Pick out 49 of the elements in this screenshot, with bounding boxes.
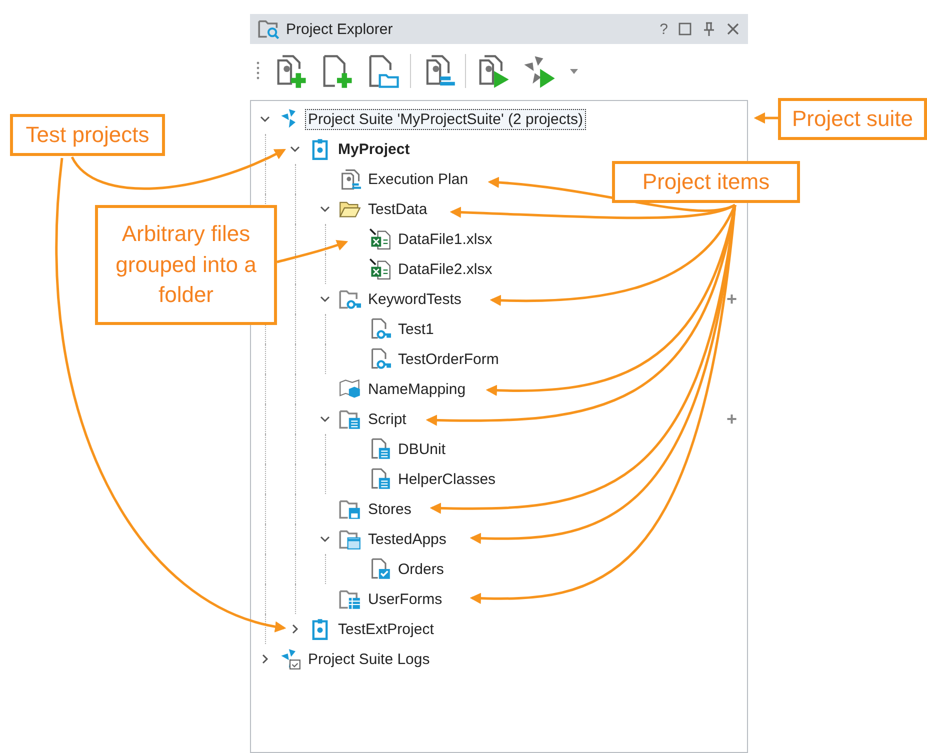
maximize-icon[interactable] (678, 22, 692, 36)
add-mark[interactable]: + (726, 408, 737, 430)
tree-item[interactable]: Project Suite 'MyProjectSuite' (2 projects) (305, 108, 586, 130)
tree-item[interactable]: Stores (365, 498, 414, 520)
callout: Arbitrary files grouped into a folder (95, 205, 277, 325)
callout: Project items (612, 161, 800, 203)
file-icon (369, 318, 391, 340)
tree-item[interactable]: Project Suite Logs (305, 648, 433, 670)
close-icon[interactable] (726, 22, 740, 36)
add-mark[interactable]: + (726, 288, 737, 310)
folder-icon (339, 588, 361, 610)
panel-title: Project Explorer (286, 20, 394, 38)
spreadsheet-icon (369, 228, 391, 250)
tree-item[interactable]: TestExtProject (335, 618, 437, 640)
project-icon (309, 618, 331, 640)
file-icon (369, 348, 391, 370)
callout: Test projects (10, 114, 165, 156)
file-icon (369, 468, 391, 490)
annotation-arrow (754, 112, 778, 124)
tree-item[interactable]: MyProject (335, 138, 413, 160)
tree-item[interactable]: Test1 (395, 318, 437, 340)
tree-item[interactable]: KeywordTests (365, 288, 464, 310)
dropdown-caret-icon[interactable] (570, 68, 578, 74)
tree-item[interactable]: TestData (365, 198, 430, 220)
tree-item[interactable]: TestOrderForm (395, 348, 502, 370)
file-icon (369, 438, 391, 460)
folder-icon (339, 528, 361, 550)
tree-item[interactable]: TestedApps (365, 528, 450, 550)
tree-item[interactable]: DBUnit (395, 438, 449, 460)
tree-item[interactable]: Execution Plan (365, 168, 472, 190)
toolbar-grip-icon (256, 61, 260, 81)
tree-item[interactable]: UserForms (365, 588, 446, 610)
tree-item[interactable]: HelperClasses (395, 468, 499, 490)
tree-item[interactable]: DataFile2.xlsx (395, 258, 496, 280)
spreadsheet-icon (369, 258, 391, 280)
folder-search-icon (258, 19, 280, 39)
tree-item[interactable]: Orders (395, 558, 447, 580)
folder-icon (339, 498, 361, 520)
plan-icon (339, 168, 361, 190)
project-icon (309, 138, 331, 160)
folder-icon (339, 408, 361, 430)
tree-item[interactable]: Script (365, 408, 410, 430)
map-icon (339, 378, 361, 400)
file-icon (369, 558, 391, 580)
pin-icon[interactable] (702, 22, 716, 36)
callout: Project suite (778, 98, 927, 140)
tree-item[interactable]: NameMapping (365, 378, 469, 400)
help-button[interactable]: ? (660, 20, 668, 38)
tree-item[interactable]: DataFile1.xlsx (395, 228, 496, 250)
